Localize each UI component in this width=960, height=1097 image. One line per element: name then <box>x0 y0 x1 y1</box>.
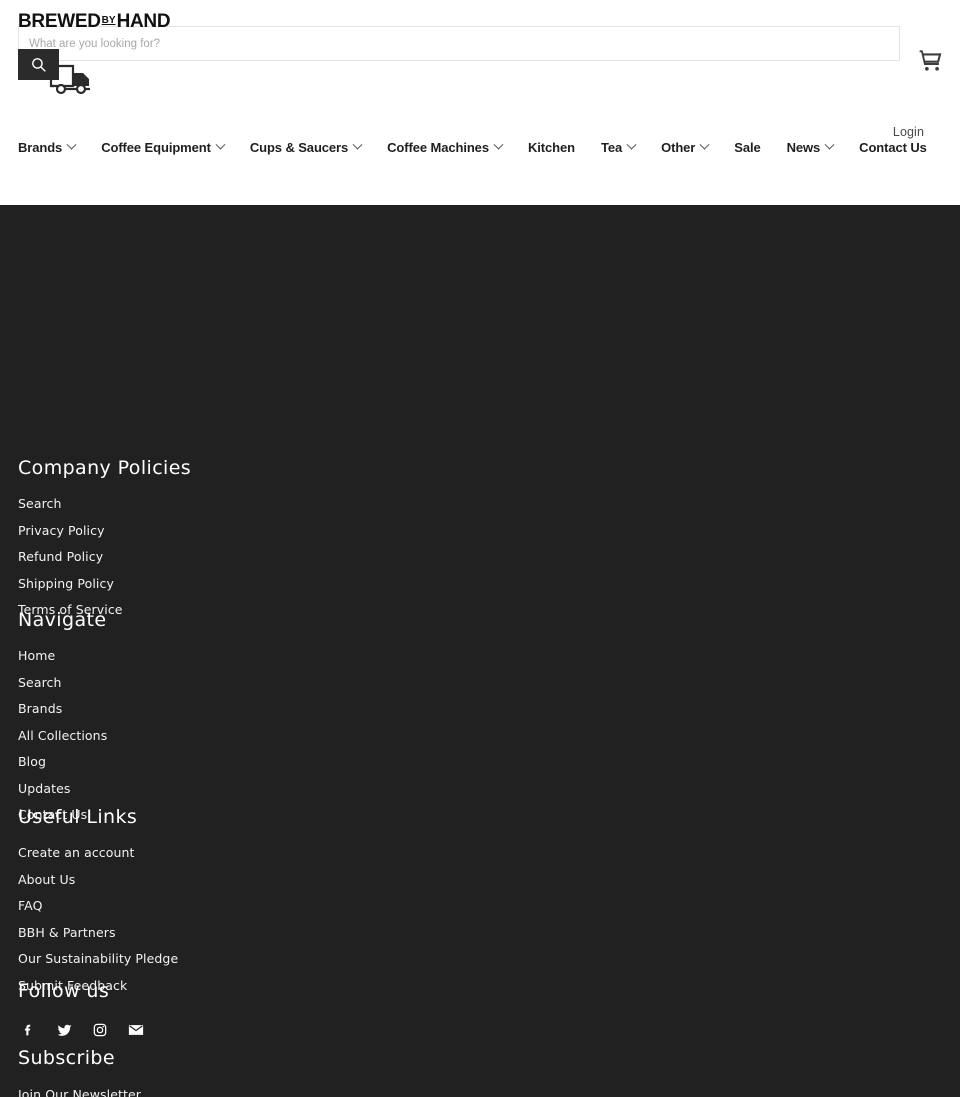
chevron-down-icon <box>215 139 226 150</box>
footer-section-navigate: Navigate Home Search Brands All Collecti… <box>18 609 107 822</box>
nav-label: Tea <box>600 140 623 155</box>
footer-heading-subscribe: Subscribe <box>18 1047 115 1069</box>
chevron-down-icon <box>352 139 363 150</box>
footer-link-sustainability-pledge[interactable]: Our Sustainability Pledge <box>18 951 178 966</box>
footer-section-company-policies: Company Policies Search Privacy Policy R… <box>18 457 191 617</box>
nav-label: Cups & Saucers <box>249 140 349 155</box>
footer-section-follow-us: Follow us <box>18 980 146 1040</box>
nav-item-other[interactable]: Other <box>661 139 710 155</box>
footer-heading-company-policies: Company Policies <box>18 457 192 479</box>
social-links <box>18 1020 146 1040</box>
footer-heading-navigate: Navigate <box>18 609 107 631</box>
footer-section-useful-links: Useful Links Create an account About Us … <box>18 806 178 993</box>
main-navigation: Brands Coffee Equipment Cups & Saucers C… <box>18 139 927 155</box>
shopping-cart-icon[interactable] <box>918 48 946 76</box>
logo-text-brewed: BREWED <box>18 11 101 32</box>
nav-label: Brands <box>18 140 63 155</box>
nav-label: Kitchen <box>527 140 575 155</box>
chevron-down-icon <box>699 139 710 150</box>
footer-link-search[interactable]: Search <box>18 496 191 511</box>
logo-text-hand: HAND <box>116 11 171 32</box>
search-icon <box>30 56 47 73</box>
login-link[interactable]: Login <box>893 125 924 139</box>
footer-link-create-an-account[interactable]: Create an account <box>18 845 178 860</box>
footer-link-about-us[interactable]: About Us <box>18 872 178 887</box>
nav-item-coffee-equipment[interactable]: Coffee Equipment <box>101 139 226 155</box>
facebook-icon[interactable] <box>18 1020 38 1040</box>
nav-item-tea[interactable]: Tea <box>600 139 637 155</box>
nav-label: Contact Us <box>859 140 927 155</box>
footer-link-updates[interactable]: Updates <box>18 781 107 796</box>
chevron-down-icon <box>66 139 77 150</box>
nav-item-cups-saucers[interactable]: Cups & Saucers <box>249 139 363 155</box>
chevron-down-icon <box>493 139 504 150</box>
nav-item-news[interactable]: News <box>786 139 835 155</box>
nav-label: Sale <box>734 140 761 155</box>
nav-label: News <box>786 140 821 155</box>
nav-label: Coffee Machines <box>387 140 489 155</box>
footer-link-bbh-partners[interactable]: BBH & Partners <box>18 925 178 940</box>
footer-link-all-collections[interactable]: All Collections <box>18 728 107 743</box>
nav-item-contact-us[interactable]: Contact Us <box>859 140 927 155</box>
nav-label: Other <box>661 140 696 155</box>
site-header: BREWEDBYHAND Login <box>0 0 960 205</box>
newsletter-label: Join Our Newsletter <box>18 1087 142 1097</box>
chevron-down-icon <box>824 139 835 150</box>
chevron-down-icon <box>626 139 637 150</box>
footer-link-home[interactable]: Home <box>18 648 107 663</box>
search-submit-button[interactable] <box>18 49 59 80</box>
nav-item-brands[interactable]: Brands <box>18 139 77 155</box>
footer-heading-follow-us: Follow us <box>18 980 110 1002</box>
nav-item-kitchen[interactable]: Kitchen <box>528 140 575 155</box>
site-logo[interactable]: BREWEDBYHAND <box>18 11 171 33</box>
email-icon[interactable] <box>126 1020 146 1040</box>
footer-link-nav-search[interactable]: Search <box>18 675 107 690</box>
footer-link-refund-policy[interactable]: Refund Policy <box>18 549 191 564</box>
footer-link-shipping-policy[interactable]: Shipping Policy <box>18 576 191 591</box>
nav-item-coffee-machines[interactable]: Coffee Machines <box>387 139 504 155</box>
nav-item-sale[interactable]: Sale <box>734 140 760 155</box>
instagram-icon[interactable] <box>90 1020 110 1040</box>
twitter-icon[interactable] <box>54 1020 74 1040</box>
footer-link-faq[interactable]: FAQ <box>18 898 178 913</box>
nav-label: Coffee Equipment <box>101 140 211 155</box>
footer-link-blog[interactable]: Blog <box>18 754 107 769</box>
footer-heading-useful-links: Useful Links <box>18 806 138 828</box>
footer-link-brands[interactable]: Brands <box>18 701 107 716</box>
logo-text-by: BY <box>101 15 116 26</box>
footer-link-privacy-policy[interactable]: Privacy Policy <box>18 523 191 538</box>
footer-section-subscribe: Subscribe Join Our Newsletter <box>18 1047 162 1097</box>
site-footer: Company Policies Search Privacy Policy R… <box>0 205 960 1097</box>
